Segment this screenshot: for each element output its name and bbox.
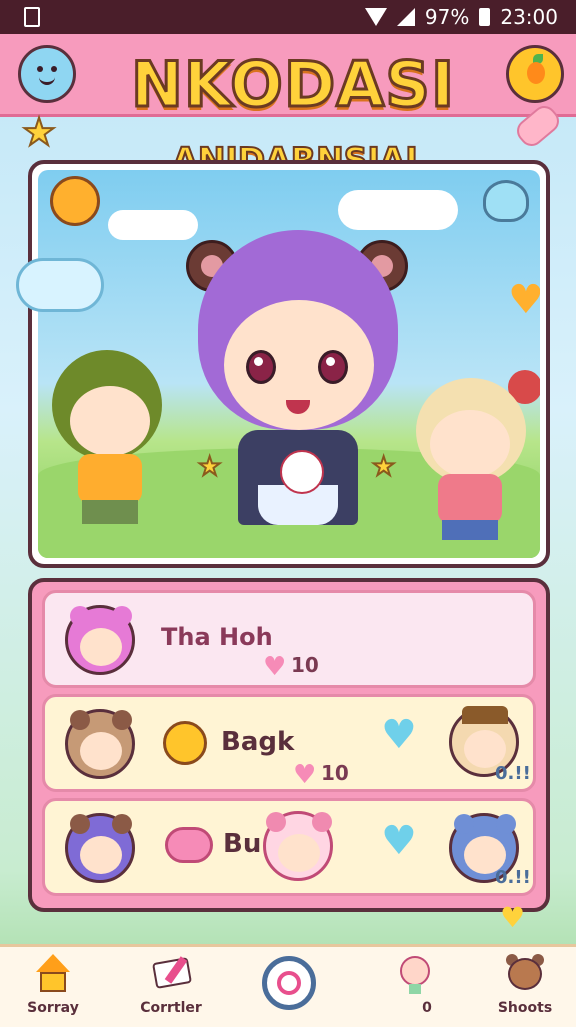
nav-shoots[interactable]: Shoots bbox=[480, 950, 570, 1022]
like-heart-icon[interactable]: ♥ bbox=[381, 715, 417, 755]
pink-bubble-icon bbox=[165, 827, 213, 863]
battery-icon bbox=[479, 8, 491, 26]
pet-icon bbox=[280, 450, 324, 494]
avatar bbox=[263, 811, 333, 881]
star-icon: ★ bbox=[21, 109, 57, 155]
heart-count: 10 bbox=[291, 653, 319, 677]
status-text: 0.!! bbox=[495, 867, 531, 888]
heart-icon: ♥ bbox=[508, 277, 540, 323]
character-icon bbox=[394, 954, 436, 994]
target-icon[interactable] bbox=[262, 956, 316, 1010]
clock: 23:00 bbox=[500, 5, 558, 29]
friend-row[interactable]: Bu ♥ 0.!! bbox=[42, 798, 536, 896]
nav-label: Corrtler bbox=[140, 1000, 202, 1016]
green-hair-character bbox=[48, 350, 168, 540]
status-text: 0.!! bbox=[495, 763, 531, 784]
friend-name: Bagk bbox=[221, 727, 295, 757]
ghost-menu-button[interactable] bbox=[18, 45, 76, 103]
chat-bubble-icon[interactable] bbox=[16, 258, 104, 312]
game-title: NKODASI bbox=[129, 47, 456, 123]
status-right: 97% 23:00 bbox=[364, 5, 558, 29]
heart-count: 10 bbox=[321, 761, 349, 785]
heart-icon: ♥ bbox=[293, 760, 317, 790]
nav-corrtler[interactable]: Corrtler bbox=[126, 950, 216, 1022]
friend-name: Bu bbox=[223, 829, 262, 859]
nav-character[interactable]: 0 bbox=[370, 950, 460, 1022]
wifi-icon bbox=[364, 8, 387, 26]
blonde-character bbox=[408, 370, 540, 550]
pencil-icon bbox=[150, 954, 192, 992]
notification-icon bbox=[24, 7, 40, 27]
orange-icon bbox=[533, 54, 543, 64]
hero-scene: ♥ ★ ★ bbox=[38, 170, 540, 558]
heart-icon: ♥ bbox=[500, 901, 526, 934]
smiley-icon bbox=[163, 721, 207, 765]
friend-name: Tha Hoh bbox=[161, 623, 273, 651]
star-icon: ★ bbox=[371, 451, 396, 483]
main-character bbox=[186, 230, 408, 550]
status-bar: 97% 23:00 bbox=[0, 0, 576, 34]
heart-icon: ♥ bbox=[263, 652, 287, 682]
star-icon: ★ bbox=[197, 451, 222, 483]
friend-row[interactable]: Bagk ♥ ♥ 10 0.!! bbox=[42, 694, 536, 792]
orange-shop-button[interactable] bbox=[506, 45, 564, 103]
friends-panel: Tha Hoh ♥ 10 Bagk ♥ ♥ 10 0.!! Bu ♥ 0.!! bbox=[28, 578, 550, 912]
smiley-balloon-icon bbox=[50, 176, 100, 226]
avatar bbox=[65, 709, 135, 779]
nav-label: Shoots bbox=[497, 1000, 553, 1016]
signal-icon bbox=[396, 8, 415, 26]
battery-text: 97% bbox=[424, 5, 470, 29]
avatar bbox=[65, 605, 135, 675]
home-icon bbox=[32, 954, 74, 992]
nav-label: Sorray bbox=[27, 1000, 79, 1016]
nav-home[interactable]: Sorray bbox=[8, 950, 98, 1022]
ghost-icon bbox=[33, 66, 61, 85]
hero-banner: ♥ ★ ★ bbox=[28, 160, 550, 568]
bear-icon bbox=[504, 954, 546, 992]
like-heart-icon[interactable]: ♥ bbox=[381, 821, 417, 861]
hat-icon bbox=[462, 706, 508, 724]
friend-row[interactable]: Tha Hoh ♥ 10 bbox=[42, 590, 536, 688]
nav-label: 0 bbox=[422, 1000, 432, 1016]
ghost-sprite-icon bbox=[483, 180, 529, 222]
avatar bbox=[65, 813, 135, 883]
